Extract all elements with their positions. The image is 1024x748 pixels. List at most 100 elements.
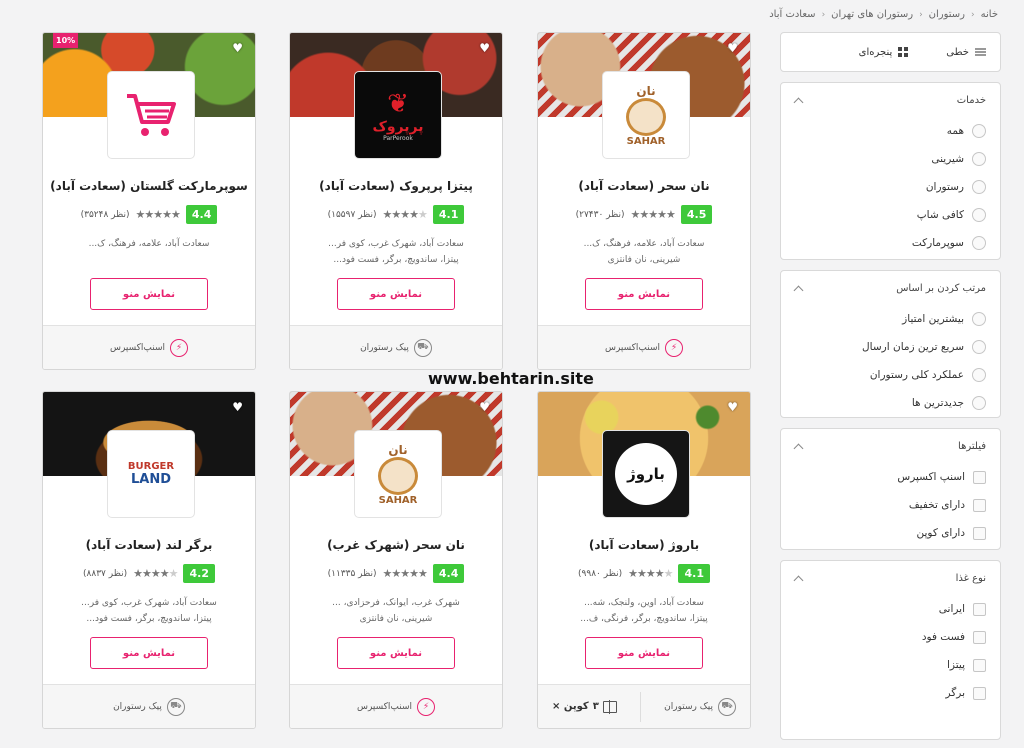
sort-option[interactable]: عملکرد کلی رستوران: [781, 361, 1000, 389]
services-option[interactable]: کافی شاپ: [781, 201, 1000, 229]
sort-option[interactable]: جدیدترین ها: [781, 389, 1000, 417]
option-label: پیتزا: [947, 659, 965, 671]
show-menu-button[interactable]: نمایش منو: [337, 278, 455, 310]
radio-button[interactable]: [972, 312, 986, 326]
rating-score: 4.1: [432, 205, 465, 224]
grid-view-label: پنجره‌ای: [858, 46, 893, 58]
grid-view-option[interactable]: پنجره‌ای: [859, 47, 909, 58]
delivery-method: اسنپ‌اکسپرس ⚡: [604, 338, 684, 357]
filters-option[interactable]: اسنپ اکسپرس: [781, 463, 1000, 491]
restaurant-card[interactable]: ♥ باروژ باروژ (سعادت آباد) 4.1 ★★★★★ (۹۹۸۰ نظ…: [537, 391, 751, 729]
logo-text: نان: [388, 442, 408, 457]
radio-button[interactable]: [972, 236, 986, 250]
sort-option[interactable]: بیشترین امتیاز: [781, 305, 1000, 333]
radio-button[interactable]: [972, 180, 986, 194]
option-label: بیشترین امتیاز: [902, 313, 964, 325]
restaurant-card[interactable]: ♥ ❦ پرپروک ParPerook پیتزا پرپروک (سعادت آبا…: [289, 32, 503, 370]
filters-option[interactable]: دارای کوپن: [781, 519, 1000, 547]
address-text: سعادت آباد، اوین، ولنجک، شه...: [584, 598, 704, 608]
cuisine-text: پیتزا، ساندویچ، برگر، فست فود...: [86, 614, 212, 624]
snapp-express-icon: ⚡: [170, 338, 189, 357]
radio-button[interactable]: [972, 124, 986, 138]
option-label: همه: [946, 125, 964, 137]
services-header[interactable]: خدمات: [781, 83, 1000, 117]
radio-button[interactable]: [972, 208, 986, 222]
restaurant-card[interactable]: ♥ BURGER LAND برگر لند (سعادت آباد) 4.2 ★★★★★…: [42, 391, 256, 729]
services-option[interactable]: همه: [781, 117, 1000, 145]
breadcrumb-item[interactable]: رستوران های تهران: [831, 9, 913, 20]
restaurant-card[interactable]: ♥ نان SAHAR نان سحر (سعادت آباد) 4.5 ★★★★★ (۲۷…: [537, 32, 751, 370]
checkbox[interactable]: [973, 498, 986, 512]
show-menu-button[interactable]: نمایش منو: [90, 278, 208, 310]
watermark-text: www.behtarin.site: [428, 369, 594, 388]
checkbox[interactable]: [973, 630, 986, 644]
restaurant-card[interactable]: ♥ 10% سوپرمارکت گلستان (سعادت آباد) 4.4 ★★★★…: [42, 32, 256, 370]
rating-row: 4.1 ★★★★★ (۱۵۵۹۷ نظر): [290, 205, 502, 224]
delivery-label: اسنپ‌اکسپرس: [109, 342, 166, 353]
delivery-info: اسنپ‌اکسپرس ⚡: [43, 325, 255, 369]
restaurant-logo: ❦ پرپروک ParPerook: [354, 71, 442, 159]
logo-text: پرپروک: [372, 118, 424, 135]
heart-icon[interactable]: ♥: [479, 41, 490, 55]
filters-option[interactable]: دارای تخفیف: [781, 491, 1000, 519]
delivery-label: اسنپ‌اکسپرس: [604, 342, 661, 353]
restaurant-name: برگر لند (سعادت آباد): [85, 538, 213, 552]
coupon-info: × کوپن ۳: [552, 699, 617, 714]
checkbox[interactable]: [973, 686, 986, 700]
restaurant-logo: [107, 71, 195, 159]
restaurant-card[interactable]: ♥ نان SAHAR نان سحر (شهرک غرب) 4.4 ★★★★★ (۱۱۳۳…: [289, 391, 503, 729]
rating-row: 4.5 ★★★★★ (۲۷۴۳۰ نظر): [538, 205, 750, 224]
heart-icon[interactable]: ♥: [232, 41, 243, 55]
food-type-option[interactable]: فست فود: [781, 623, 1000, 651]
radio-button[interactable]: [972, 368, 986, 382]
breadcrumb-item[interactable]: خانه: [981, 9, 998, 20]
star-rating-icon: ★★★★★: [133, 567, 178, 580]
grid-view-icon: [898, 47, 909, 57]
sort-option[interactable]: سریع ترین زمان ارسال: [781, 333, 1000, 361]
rating-row: 4.4 ★★★★★ (۳۵۲۴۸ نظر): [43, 205, 255, 224]
delivery-label: اسنپ‌اکسپرس: [356, 701, 413, 712]
food-type-option[interactable]: پیتزا: [781, 651, 1000, 679]
rating-score: 4.2: [183, 564, 215, 583]
option-label: برگر: [945, 687, 965, 699]
show-menu-button[interactable]: نمایش منو: [90, 637, 208, 669]
breadcrumb-item[interactable]: رستوران: [929, 9, 965, 20]
option-label: جدیدترین ها: [911, 397, 964, 409]
option-label: دارای کوپن: [916, 527, 965, 539]
review-count: (۱۱۳۳۵ نظر): [327, 568, 377, 579]
list-view-option[interactable]: خطی: [946, 47, 986, 58]
sort-panel: مرتب کردن بر اساس بیشترین امتیاز سریع تری…: [780, 270, 1001, 418]
review-count: (۲۷۴۳۰ نظر): [575, 209, 625, 220]
checkbox[interactable]: [973, 658, 986, 672]
checkbox[interactable]: [973, 526, 986, 540]
radio-button[interactable]: [972, 152, 986, 166]
restaurant-name: باروژ (سعادت آباد): [588, 538, 700, 552]
radio-button[interactable]: [972, 340, 986, 354]
services-option[interactable]: شیرینی: [781, 145, 1000, 173]
restaurant-name: نان سحر (شهرک غرب): [327, 538, 465, 552]
food-type-option[interactable]: برگر: [781, 679, 1000, 707]
food-type-option[interactable]: ایرانی: [781, 595, 1000, 623]
heart-icon[interactable]: ♥: [727, 400, 738, 414]
checkbox[interactable]: [973, 470, 986, 484]
restaurant-description: سعادت آباد، شهرک غرب، کوی فر... پیتزا، سا…: [308, 236, 484, 268]
services-option[interactable]: رستوران: [781, 173, 1000, 201]
sort-header[interactable]: مرتب کردن بر اساس: [781, 271, 1000, 305]
delivery-method: اسنپ‌اکسپرس ⚡: [356, 697, 436, 716]
delivery-method: پیک رستوران ⛟: [360, 338, 432, 357]
option-label: رستوران: [925, 181, 964, 193]
show-menu-button[interactable]: نمایش منو: [585, 278, 703, 310]
checkbox[interactable]: [973, 602, 986, 616]
filters-header[interactable]: فیلترها: [781, 429, 1000, 463]
list-view-label: خطی: [946, 46, 969, 58]
sort-title: مرتب کردن بر اساس: [896, 282, 986, 294]
show-menu-button[interactable]: نمایش منو: [585, 637, 703, 669]
heart-icon[interactable]: ♥: [727, 41, 738, 55]
food-type-title: نوع غذا: [955, 572, 986, 584]
heart-icon[interactable]: ♥: [479, 400, 490, 414]
radio-button[interactable]: [972, 396, 986, 410]
heart-icon[interactable]: ♥: [232, 400, 243, 414]
services-option[interactable]: سوپرمارکت: [781, 229, 1000, 257]
food-type-header[interactable]: نوع غذا: [781, 561, 1000, 595]
show-menu-button[interactable]: نمایش منو: [337, 637, 455, 669]
